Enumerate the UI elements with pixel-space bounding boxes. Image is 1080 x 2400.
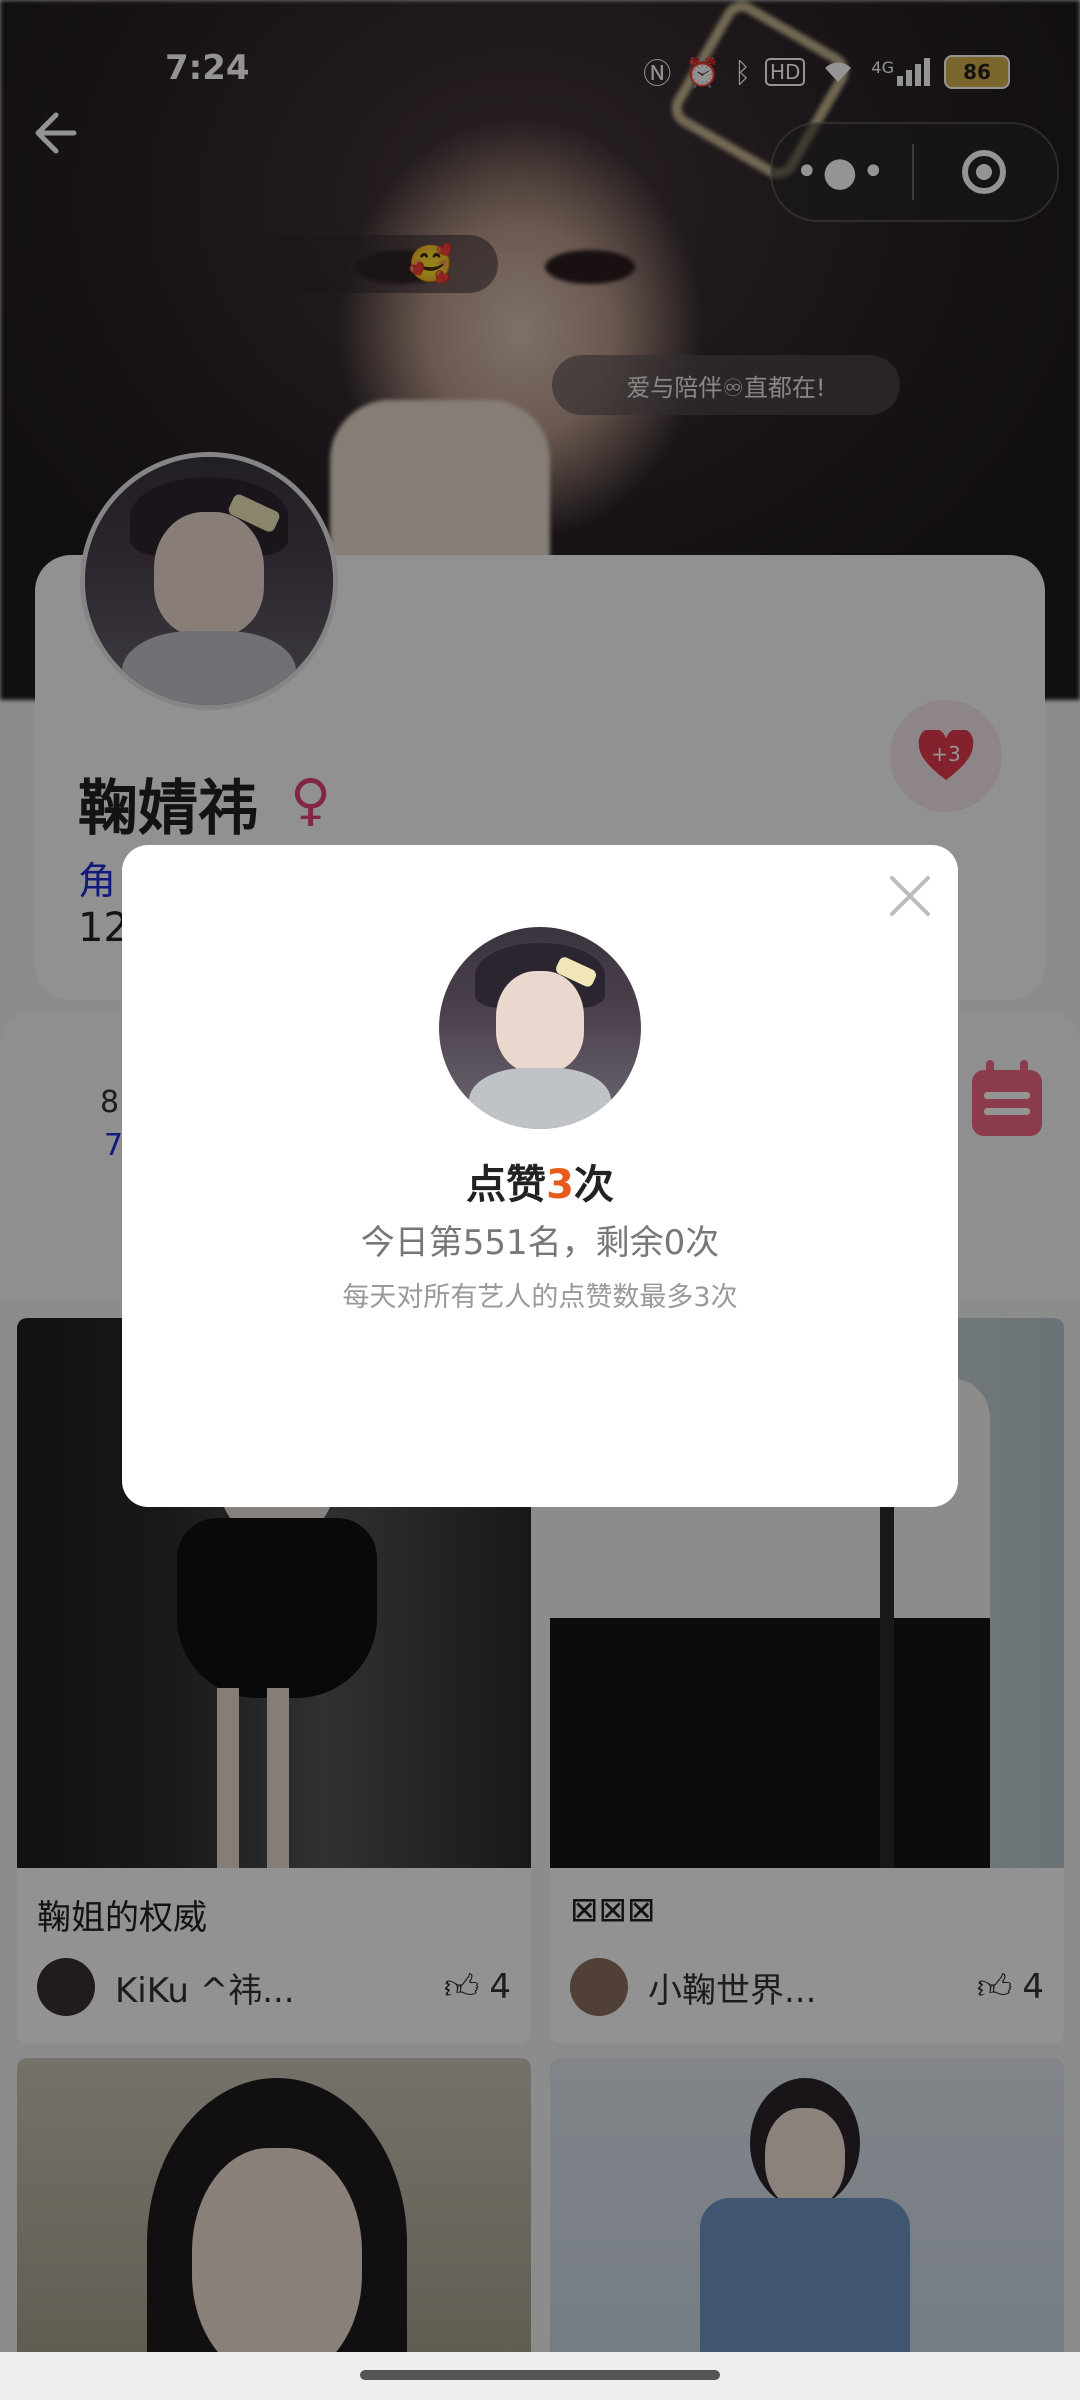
like-count-highlight: 3: [546, 1162, 574, 1208]
dialog-artist-avatar: [439, 927, 641, 1129]
close-dialog-button[interactable]: [882, 868, 938, 924]
close-icon: [890, 876, 930, 916]
dialog-title: 点赞3次: [466, 1162, 614, 1208]
home-indicator[interactable]: [360, 2370, 720, 2380]
dialog-rank-text: 今日第551名，剩余0次: [360, 1223, 720, 1263]
dialog-note: 每天对所有艺人的点赞数最多3次: [342, 1282, 738, 1313]
